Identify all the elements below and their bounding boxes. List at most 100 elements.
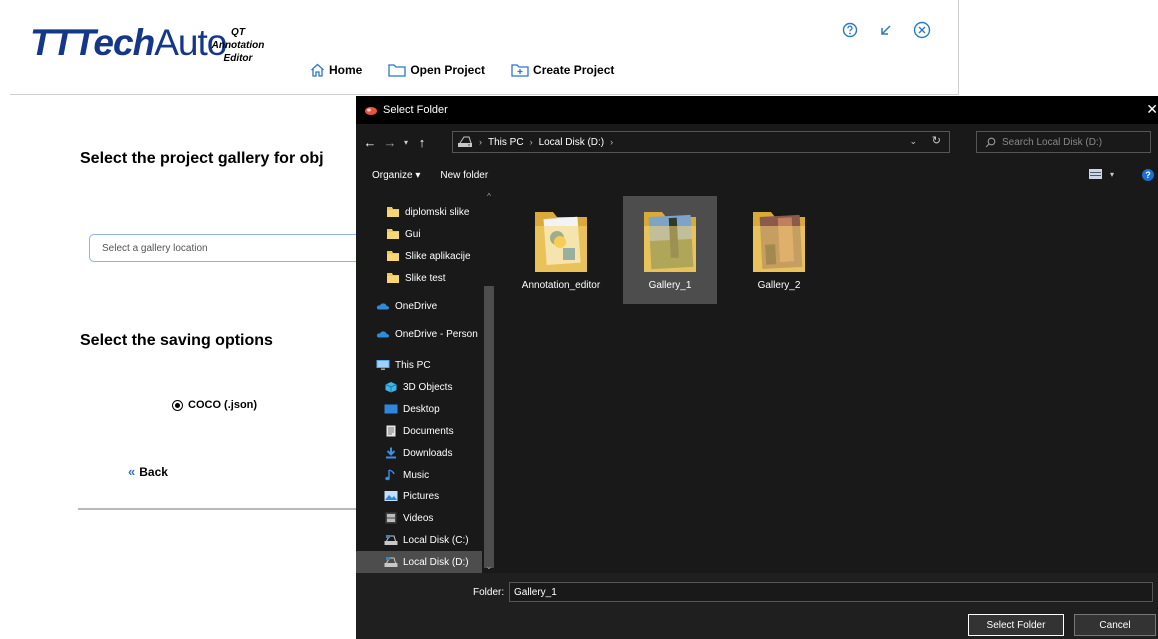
help-button[interactable] <box>840 20 860 40</box>
subtitle-line: Editor <box>223 53 253 64</box>
dialog-help-icon[interactable]: ? <box>1142 169 1154 181</box>
nav-item-documents[interactable]: Documents <box>356 420 482 442</box>
nav-item-label: Local Disk (D:) <box>403 556 469 568</box>
nav-item-onedrive[interactable]: OneDrive <box>356 295 482 317</box>
help-icon <box>842 22 858 38</box>
back-label: Back <box>139 464 168 479</box>
scroll-up-icon[interactable]: ^ <box>483 192 495 201</box>
nav-item-label: Gui <box>405 228 421 240</box>
monitor-icon <box>376 359 390 371</box>
dialog-titlebar: Select Folder ✕ <box>356 96 1158 124</box>
nav-scrollbar-thumb[interactable] <box>484 286 494 568</box>
chevron-down-icon: ▾ <box>1110 169 1115 179</box>
view-options-button[interactable]: ▾ <box>1089 169 1114 179</box>
recent-dropdown-icon[interactable]: ▾ <box>400 138 412 147</box>
folder-yellow-icon <box>386 250 400 262</box>
search-box[interactable]: Search Local Disk (D:) <box>976 131 1151 153</box>
dialog-toolbar: Organize ▾ New folder ▾ ? <box>356 162 1158 188</box>
folder-yellow-icon <box>386 206 400 218</box>
up-arrow-icon[interactable]: ↑ <box>412 135 432 150</box>
app-window: TTTechAuto QT Annotation Editor Home Ope… <box>0 0 1158 639</box>
nav-item-this-pc[interactable]: This PC <box>356 354 482 376</box>
forward-arrow-icon[interactable]: → <box>380 135 400 150</box>
folder-yellow-icon <box>386 272 400 284</box>
address-bar: ← → ▾ ↑ › This PC › Local Disk (D:) › ⌄ … <box>356 128 1158 156</box>
saving-heading: Select the saving options <box>80 332 273 349</box>
nav-item-downloads[interactable]: Downloads <box>356 442 482 464</box>
home-icon <box>311 63 324 77</box>
coco-radio-label: COCO (.json) <box>188 399 258 411</box>
nav-open-project-label: Open Project <box>410 63 486 77</box>
dialog-close-icon[interactable]: ✕ <box>1146 101 1158 118</box>
navigation-pane: diplomski slike Gui Slike aplikacije Slike … <box>356 190 496 573</box>
breadcrumb-local-disk[interactable]: Local Disk (D:) <box>539 137 605 148</box>
select-folder-button[interactable]: Select Folder <box>968 614 1064 636</box>
dialog-title: Select Folder <box>383 104 448 116</box>
nav-item-local-disk-d[interactable]: Local Disk (D:) <box>356 551 482 573</box>
folder-name-input[interactable] <box>509 582 1153 602</box>
breadcrumb-this-pc[interactable]: This PC <box>488 137 524 148</box>
nav-item-diplomski-slike[interactable]: diplomski slike <box>356 201 482 223</box>
nav-open-project[interactable]: Open Project <box>388 63 485 77</box>
nav-item-desktop[interactable]: Desktop <box>356 398 482 420</box>
nav-create-project-label: Create Project <box>533 63 615 77</box>
coco-radio[interactable]: COCO (.json) <box>172 399 257 411</box>
folder-thumbnail-icon <box>531 204 591 276</box>
minimize-button[interactable] <box>876 20 896 40</box>
folder-item-gallery-2[interactable]: Gallery_2 <box>732 196 826 304</box>
new-folder-button[interactable]: New folder <box>440 170 488 181</box>
organize-menu[interactable]: Organize ▾ <box>372 170 420 181</box>
nav-item-label: Downloads <box>403 447 453 459</box>
nav-item-3d-objects[interactable]: 3D Objects <box>356 376 482 398</box>
picture-icon <box>384 490 398 502</box>
nav-item-label: Local Disk (C:) <box>403 534 469 546</box>
nav-item-label: Music <box>403 469 430 481</box>
radio-selected-icon <box>172 399 183 411</box>
folder-icon <box>388 64 406 77</box>
search-icon <box>985 137 996 147</box>
nav-item-slike-aplikacije[interactable]: Slike aplikacije <box>356 245 482 267</box>
back-button[interactable]: « Back <box>128 464 168 479</box>
subtitle-line: Annotation <box>211 40 265 51</box>
folder-thumbnail-icon <box>749 204 809 276</box>
header-divider <box>10 94 958 95</box>
nav-item-label: Slike aplikacije <box>405 250 471 262</box>
folder-name: Gallery_2 <box>757 280 801 291</box>
nav-item-videos[interactable]: Videos <box>356 507 482 529</box>
drive-icon <box>384 556 398 568</box>
app-logo: TTTechAuto <box>30 22 227 63</box>
back-arrow-icon[interactable]: ← <box>360 135 380 150</box>
file-view: Annotation_editor Gallery_1 Gallery_2 <box>496 190 1158 573</box>
gallery-location-input[interactable] <box>89 234 369 262</box>
cloud-icon <box>376 328 390 340</box>
nav-home[interactable]: Home <box>310 63 362 77</box>
folder-item-annotation-editor[interactable]: Annotation_editor <box>514 196 608 304</box>
video-icon <box>384 512 398 524</box>
scroll-down-icon[interactable]: ⌄ <box>483 562 495 571</box>
header-divider-vertical <box>958 0 959 95</box>
select-folder-dialog: Select Folder ✕ ← → ▾ ↑ › This PC › Loca… <box>356 96 1158 639</box>
desktop-icon <box>384 403 398 415</box>
nav-item-label: Slike test <box>405 272 446 284</box>
nav-item-music[interactable]: Music <box>356 464 482 486</box>
app-subtitle: QT Annotation Editor <box>208 26 268 65</box>
nav-item-onedrive-person[interactable]: OneDrive - Person <box>356 323 482 345</box>
nav-item-pictures[interactable]: Pictures <box>356 485 482 507</box>
window-controls <box>840 20 932 40</box>
nav-item-gui[interactable]: Gui <box>356 223 482 245</box>
folder-name: Annotation_editor <box>521 280 601 291</box>
path-dropdown-icon[interactable]: ⌄ <box>909 136 917 147</box>
nav-item-local-disk-c[interactable]: Local Disk (C:) <box>356 529 482 551</box>
cancel-button[interactable]: Cancel <box>1074 614 1156 636</box>
close-button[interactable] <box>912 20 932 40</box>
nav-item-slike-test[interactable]: Slike test <box>356 267 482 289</box>
breadcrumb[interactable]: › This PC › Local Disk (D:) › ⌄ ↻ <box>452 131 950 153</box>
drive-icon <box>458 136 472 147</box>
logo-bold-text: TTTech <box>30 22 155 63</box>
folder-yellow-icon <box>386 228 400 240</box>
minimize-icon <box>881 25 891 35</box>
nav-create-project[interactable]: Create Project <box>511 63 614 77</box>
dialog-footer: Folder: Select Folder Cancel <box>356 573 1158 639</box>
refresh-icon[interactable]: ↻ <box>932 134 941 147</box>
folder-item-gallery-1[interactable]: Gallery_1 <box>623 196 717 304</box>
